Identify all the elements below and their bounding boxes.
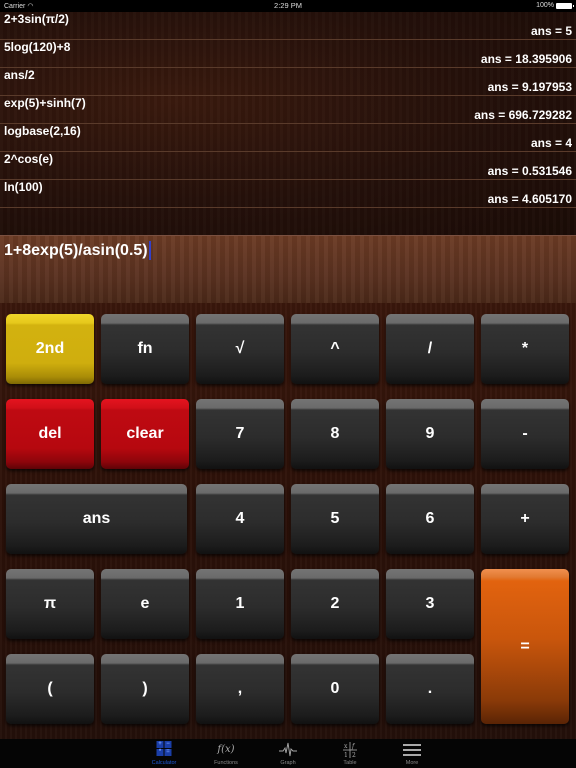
comma-key[interactable]: , (196, 654, 284, 724)
history-item[interactable]: 2+3sin(π/2) ans = 5 (0, 12, 576, 40)
expression-input-area[interactable]: 1+8exp(5)/asin(0.5) (0, 235, 576, 303)
expression-text: 1+8exp(5)/asin(0.5) (4, 241, 148, 259)
plus-key[interactable]: + (481, 484, 569, 554)
svg-text:1: 1 (344, 752, 348, 759)
tab-calculator[interactable]: + − * = Calculator (133, 740, 195, 768)
nine-key[interactable]: 9 (386, 399, 474, 469)
history-expression: 2^cos(e) (4, 152, 54, 166)
sqrt-key[interactable]: √ (196, 314, 284, 384)
delete-key[interactable]: del (6, 399, 94, 469)
battery-indicator: 100% (536, 2, 574, 9)
battery-percent: 100% (536, 2, 554, 9)
right-paren-key[interactable]: ) (101, 654, 189, 724)
status-time: 2:29 PM (274, 1, 302, 10)
equals-key[interactable]: = (481, 569, 569, 724)
clear-key[interactable]: clear (101, 399, 189, 469)
divide-key[interactable]: / (386, 314, 474, 384)
power-key[interactable]: ^ (291, 314, 379, 384)
second-key[interactable]: 2nd (6, 314, 94, 384)
history-expression: logbase(2,16) (4, 124, 81, 138)
history-item[interactable]: ans/2 ans = 9.197953 (0, 68, 576, 96)
history-item[interactable]: exp(5)+sinh(7) ans = 696.729282 (0, 96, 576, 124)
function-icon: f(x) (217, 744, 235, 755)
history-item[interactable]: 5log(120)+8 ans = 18.395906 (0, 40, 576, 68)
history-result: ans = 696.729282 (474, 108, 572, 122)
eight-key[interactable]: 8 (291, 399, 379, 469)
two-key[interactable]: 2 (291, 569, 379, 639)
menu-icon (403, 741, 421, 759)
history-list[interactable]: 2+3sin(π/2) ans = 5 5log(120)+8 ans = 18… (0, 12, 576, 235)
history-result: ans = 5 (530, 24, 572, 38)
svg-text:x: x (344, 743, 348, 750)
tab-more[interactable]: More (381, 740, 443, 768)
history-result: ans = 9.197953 (487, 80, 572, 94)
history-result: ans = 4.605170 (487, 192, 572, 206)
status-bar: Carrier ◠ 2:29 PM 100% (0, 0, 576, 12)
minus-key[interactable]: - (481, 399, 569, 469)
svg-text:f: f (351, 743, 356, 750)
history-item[interactable]: ln(100) ans = 4.605170 (0, 180, 576, 208)
history-expression: 5log(120)+8 (4, 40, 71, 54)
svg-text:2: 2 (352, 752, 356, 759)
tab-label: Graph (280, 760, 296, 766)
four-key[interactable]: 4 (196, 484, 284, 554)
tab-label: Table (343, 760, 357, 766)
three-key[interactable]: 3 (386, 569, 474, 639)
history-expression: ans/2 (4, 68, 35, 82)
keypad: 2nd fn √ ^ / * del clear 7 8 9 - ans 4 5… (0, 303, 576, 739)
history-item[interactable]: 2^cos(e) ans = 0.531546 (0, 152, 576, 180)
expression-input[interactable]: 1+8exp(5)/asin(0.5) (4, 241, 151, 260)
decimal-key[interactable]: . (386, 654, 474, 724)
left-paren-key[interactable]: ( (6, 654, 94, 724)
table-icon: x f 1 2 (343, 742, 357, 759)
graph-icon (279, 742, 297, 757)
tab-label: More (405, 760, 419, 766)
tab-graph[interactable]: Graph (257, 740, 319, 768)
multiply-key[interactable]: * (481, 314, 569, 384)
battery-icon (556, 2, 574, 9)
six-key[interactable]: 6 (386, 484, 474, 554)
pi-key[interactable]: π (6, 569, 94, 639)
text-cursor (148, 241, 151, 260)
tab-table[interactable]: x f 1 2 Table (319, 740, 381, 768)
e-key[interactable]: e (101, 569, 189, 639)
tab-label: Functions (214, 760, 238, 766)
history-result: ans = 4 (530, 136, 572, 150)
tab-functions[interactable]: f(x) Functions (195, 740, 257, 768)
history-expression: 2+3sin(π/2) (4, 12, 69, 26)
history-expression: exp(5)+sinh(7) (4, 96, 86, 110)
one-key[interactable]: 1 (196, 569, 284, 639)
tab-bar: + − * = Calculator f(x) Functions Graph x f… (0, 739, 576, 768)
calculator-icon: + − * = (156, 741, 172, 756)
history-result: ans = 0.531546 (487, 164, 572, 178)
fn-key[interactable]: fn (101, 314, 189, 384)
zero-key[interactable]: 0 (291, 654, 379, 724)
history-expression: ln(100) (4, 180, 43, 194)
history-item[interactable]: logbase(2,16) ans = 4 (0, 124, 576, 152)
seven-key[interactable]: 7 (196, 399, 284, 469)
tab-label: Calculator (151, 760, 177, 766)
history-result: ans = 18.395906 (480, 52, 572, 66)
five-key[interactable]: 5 (291, 484, 379, 554)
ans-key[interactable]: ans (6, 484, 187, 554)
